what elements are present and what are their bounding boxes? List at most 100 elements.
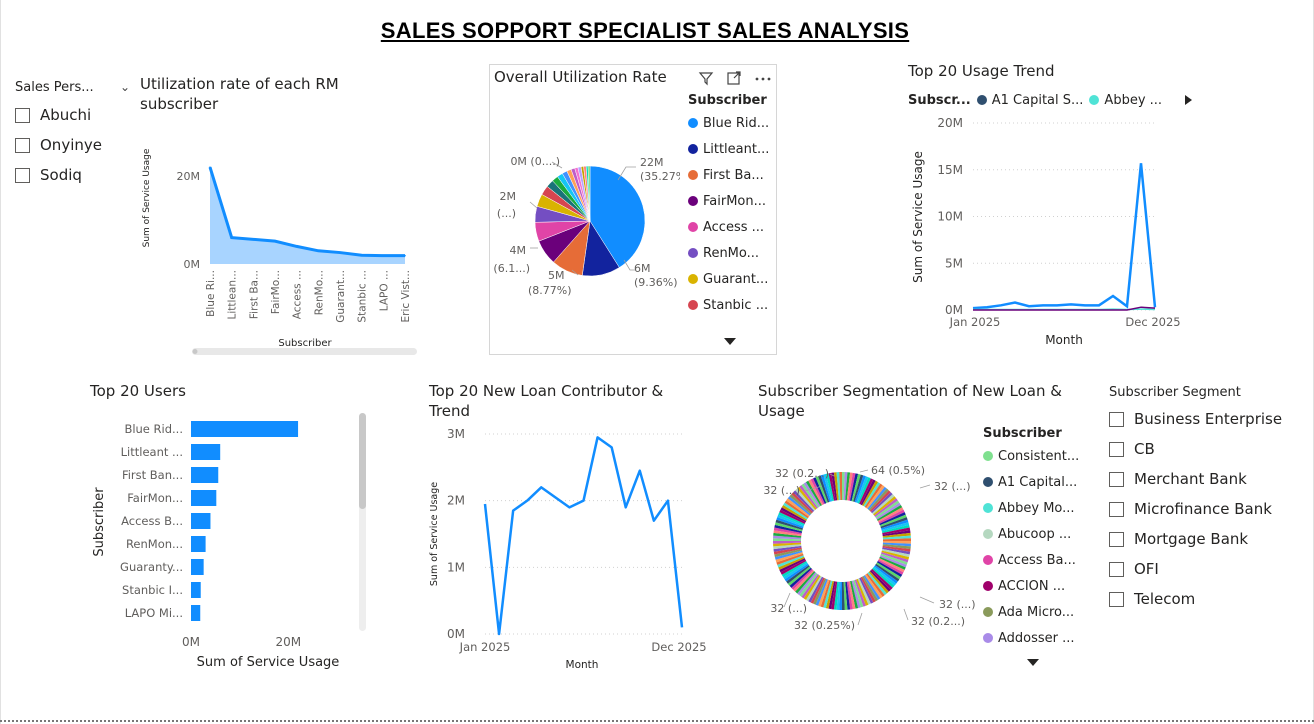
legend-item[interactable]: Abbey Mo... [983,495,1079,521]
utilization-point[interactable] [339,251,341,254]
utilization-point[interactable] [252,238,255,241]
utilization-point[interactable] [317,250,320,252]
legend-item[interactable]: Ada Micro... [983,599,1079,625]
user-bar[interactable] [191,582,201,598]
checkbox[interactable] [1109,441,1124,457]
scrollbar-thumb[interactable] [359,413,366,509]
checkbox[interactable] [15,137,30,153]
horizontal-scrollbar[interactable] [192,348,417,355]
more-options-icon[interactable] [754,70,772,86]
segment-option-business-enterprise[interactable]: Business Enterprise [1109,404,1299,434]
user-bar[interactable] [191,536,206,552]
y-tick-label: Blue Rid... [124,422,183,436]
legend-item[interactable]: Consistent... [983,443,1079,469]
legend-marker [976,95,987,105]
segment-option-merchant-bank[interactable]: Merchant Bank [1109,464,1299,494]
x-tick-label: Blue Ri... [205,270,217,317]
utilization-point[interactable] [404,254,406,257]
scrollbar-thumb[interactable] [192,349,198,354]
utilization-point[interactable] [295,245,298,248]
legend-next-icon[interactable] [1182,93,1194,107]
segment-option-mortgage-bank[interactable]: Mortgage Bank [1109,524,1299,554]
legend-marker [983,451,993,461]
legend-item[interactable]: Abbey ... [1089,92,1162,108]
visual-header-icons [698,70,772,86]
legend-label: Abucoop ... [998,526,1072,542]
x-tick-label: RenMo... [313,270,325,315]
user-bar[interactable] [191,444,221,460]
checkbox[interactable] [1109,501,1124,517]
utilization-point[interactable] [360,254,363,256]
checkbox[interactable] [1109,561,1124,577]
legend-label: ACCION ... [998,578,1066,594]
user-bar[interactable] [191,513,211,529]
utilization-point[interactable] [230,236,233,239]
utilization-point[interactable] [209,166,211,168]
y-axis-label: Sum of Service Usage [142,148,152,247]
user-bar[interactable] [191,421,299,437]
legend-scroll-down-icon[interactable] [723,336,737,346]
utilization-point[interactable] [274,240,276,242]
y-tick-label: 20M [937,116,963,130]
legend-scroll-down-icon[interactable] [1026,657,1040,667]
legend-item[interactable]: Stanbic ... [688,292,769,318]
sales-person-option-onyinye[interactable]: Onyinye [15,130,130,160]
user-bar[interactable] [191,605,201,621]
legend-marker [688,300,698,310]
user-bar[interactable] [191,559,204,575]
user-bar[interactable] [191,467,219,483]
checkbox[interactable] [1109,591,1124,607]
legend-label: Ada Micro... [998,604,1075,620]
checkbox[interactable] [1109,411,1124,427]
data-label: (6.1...) [493,262,530,275]
legend-item[interactable]: Addosser ... [983,625,1079,651]
utilization-title: Utilization rate of each RM subscriber [140,75,339,113]
legend-item[interactable]: ACCION ... [983,573,1079,599]
legend-item[interactable]: Access ... [688,214,769,240]
trend-legend: Subscr... A1 Capital S... Abbey ... [908,92,1194,108]
legend-item[interactable]: Abucoop ... [983,521,1079,547]
legend-item[interactable]: A1 Capital S... [976,92,1083,108]
report-title: SALES SOPPORT SPECIALIST SALES ANALYSIS [380,18,910,43]
segmentation-title: Subscriber Segmentation of New Loan & Us… [758,382,1062,420]
x-tick-label: 20M [276,635,302,649]
segment-option-cb[interactable]: CB [1109,434,1299,464]
legend-item[interactable]: Guarant... [688,266,769,292]
legend-label: Guarant... [703,271,769,287]
legend-item[interactable]: Blue Rid... [688,110,769,136]
checkbox[interactable] [15,167,30,183]
segment-option-label: Merchant Bank [1134,470,1247,488]
legend-marker [983,477,993,487]
x-tick-label: 0M [182,635,200,649]
segment-option-microfinance-bank[interactable]: Microfinance Bank [1109,494,1299,524]
legend-marker [688,274,698,284]
checkbox[interactable] [1109,471,1124,487]
checkbox[interactable] [1109,531,1124,547]
loan-line[interactable] [483,436,684,636]
segment-option-telecom[interactable]: Telecom [1109,584,1299,614]
filter-icon[interactable] [698,70,714,86]
chevron-down-icon[interactable]: ⌄ [120,80,130,94]
legend-item[interactable]: Access Ba... [983,547,1079,573]
y-tick-label: First Ban... [122,468,183,482]
y-tick-label: Stanbic I... [122,583,183,597]
pie-legend: Subscriber Blue Rid... Littleant... First … [688,93,769,318]
legend-item[interactable]: Littleant... [688,136,769,162]
user-bar[interactable] [191,490,217,506]
legend-item[interactable]: RenMo... [688,240,769,266]
sales-person-option-sodiq[interactable]: Sodiq [15,160,130,190]
legend-item[interactable]: FairMon... [688,188,769,214]
focus-mode-icon[interactable] [726,70,742,86]
checkbox[interactable] [15,107,30,123]
trend-legend-title: Subscr... [908,92,971,108]
sales-person-option-abuchi[interactable]: Abuchi [15,100,130,130]
legend-marker [983,555,993,565]
legend-marker [688,196,698,206]
legend-marker [688,118,698,128]
legend-item[interactable]: A1 Capital... [983,469,1079,495]
trend-series-line[interactable] [972,163,1157,310]
utilization-point[interactable] [382,254,385,257]
y-tick-label: Guaranty... [120,560,183,574]
segment-option-ofi[interactable]: OFI [1109,554,1299,584]
legend-item[interactable]: First Ba... [688,162,769,188]
